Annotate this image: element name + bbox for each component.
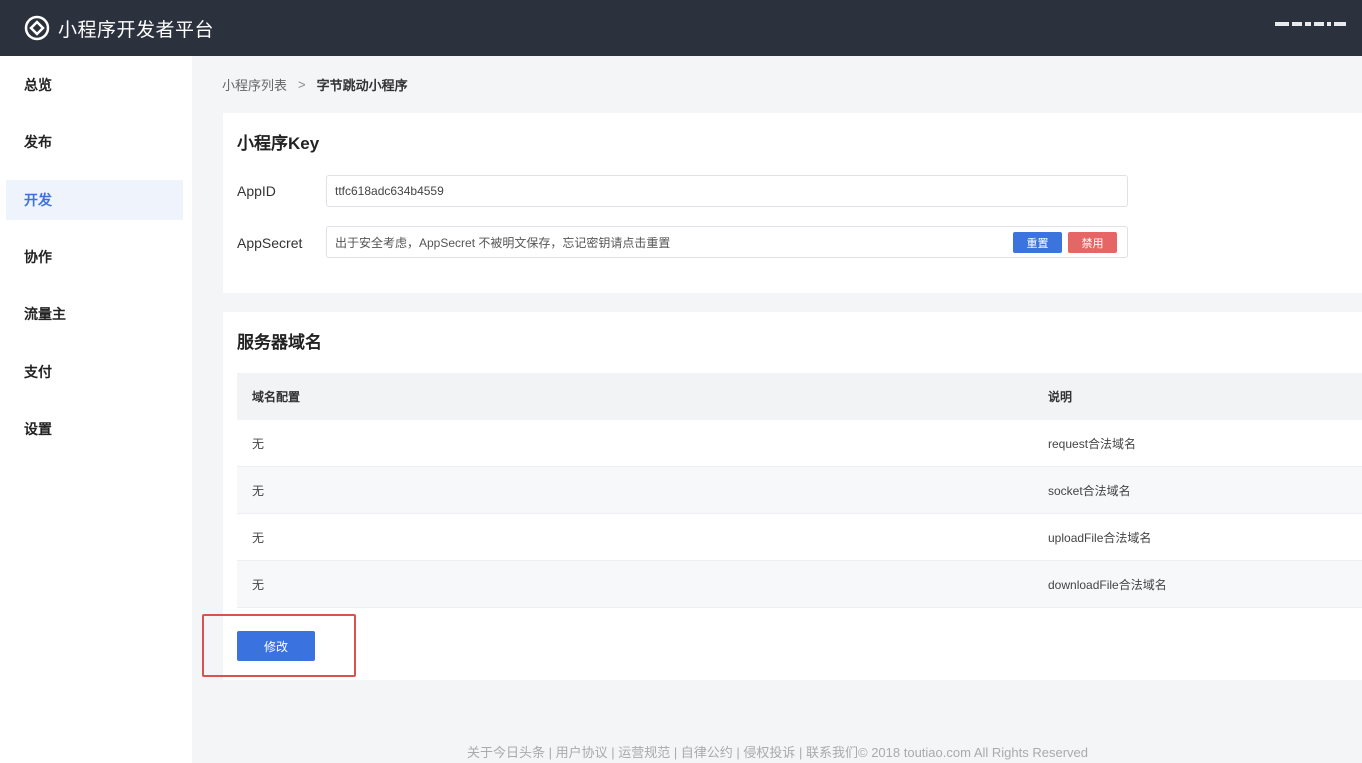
domain-table: 域名配置 说明 无 request合法域名 无 socket合法域名 无 upl… [237,373,1362,608]
server-domain-card: 服务器域名 域名配置 说明 无 request合法域名 无 socket合法域名… [223,312,1362,680]
sidebar-item-publish[interactable]: 发布 [6,122,183,162]
appid-field[interactable]: ttfc618adc634b4559 [326,175,1128,207]
top-bar: 小程序开发者平台 [0,0,1362,56]
table-cell: 无 [252,436,265,451]
sidebar: 总览 发布 开发 协作 流量主 支付 设置 [0,56,192,763]
table-row: 无 socket合法域名 [237,467,1362,514]
bytedance-dev-logo-icon[interactable] [24,15,50,41]
account-area[interactable] [1275,22,1346,26]
table-row: 无 downloadFile合法域名 [237,561,1362,608]
table-cell: request合法域名 [1048,436,1137,451]
table-row: 无 uploadFile合法域名 [237,514,1362,561]
table-cell: 无 [252,530,265,545]
app-key-card: 小程序Key AppID ttfc618adc634b4559 AppSecre… [223,113,1362,293]
disable-secret-button[interactable]: 禁用 [1068,232,1117,253]
app-title: 小程序开发者平台 [58,19,215,41]
breadcrumb-current: 字节跳动小程序 [316,78,408,93]
table-cell: downloadFile合法域名 [1048,577,1167,592]
app-key-title: 小程序Key [237,134,320,153]
table-cell: uploadFile合法域名 [1048,530,1152,545]
table-header: 域名配置 说明 [237,373,1362,420]
server-domain-title: 服务器域名 [237,333,322,352]
table-cell: socket合法域名 [1048,483,1131,498]
appid-label: AppID [237,183,276,199]
sidebar-item-collaborate[interactable]: 协作 [6,237,183,277]
footer-links[interactable]: 关于今日头条 | 用户协议 | 运营规范 | 自律公约 | 侵权投诉 | 联系我… [467,742,1088,761]
sidebar-item-traffic-owner[interactable]: 流量主 [6,294,183,334]
appsecret-field[interactable]: 出于安全考虑，AppSecret 不被明文保存，忘记密钥请点击重置 重置 禁用 [326,226,1128,258]
breadcrumb-parent[interactable]: 小程序列表 [222,75,287,94]
sidebar-item-develop[interactable]: 开发 [6,180,183,220]
appsecret-label: AppSecret [237,235,303,251]
main-content: 小程序列表 > 字节跳动小程序 小程序Key AppID ttfc618adc6… [192,56,1362,763]
breadcrumb: 小程序列表 > 字节跳动小程序 [222,75,408,94]
reset-secret-button[interactable]: 重置 [1013,232,1062,253]
sidebar-item-payment[interactable]: 支付 [6,352,183,392]
breadcrumb-separator: > [298,77,306,92]
column-header-domain-config: 域名配置 [252,390,301,404]
table-row: 无 request合法域名 [237,420,1362,467]
appsecret-notice: 出于安全考虑，AppSecret 不被明文保存，忘记密钥请点击重置 [335,235,671,250]
column-header-description: 说明 [1048,390,1073,404]
table-cell: 无 [252,577,265,592]
edit-domain-button[interactable]: 修改 [237,631,315,661]
table-cell: 无 [252,483,265,498]
sidebar-item-overview[interactable]: 总览 [6,65,183,105]
sidebar-item-settings[interactable]: 设置 [6,409,183,449]
